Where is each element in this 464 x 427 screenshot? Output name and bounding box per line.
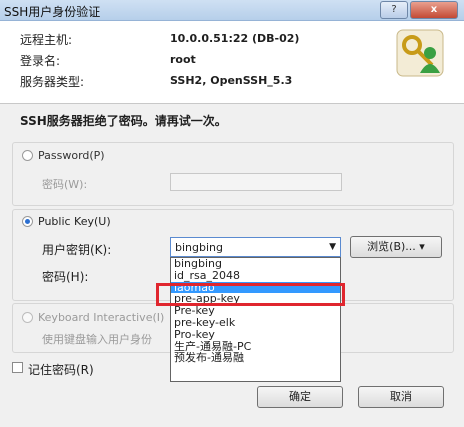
annotation-highlight-box xyxy=(156,283,345,306)
remember-checkbox[interactable] xyxy=(12,362,23,373)
remember-label: 记住密码(R) xyxy=(28,363,94,377)
dropdown-arrow-icon: ▾ xyxy=(419,240,425,253)
publickey-radio[interactable] xyxy=(22,216,33,227)
password-radio[interactable] xyxy=(22,150,33,161)
list-item[interactable]: id_rsa_2048 xyxy=(171,270,340,282)
user-key-dropdown-list: bingbing id_rsa_2048 laomao pre-app-key … xyxy=(170,257,341,382)
browse-button-label: 浏览(B)... xyxy=(367,240,416,253)
chevron-down-icon: ▼ xyxy=(329,242,336,252)
list-item[interactable]: Pro-key xyxy=(171,329,340,341)
keyboard-desc: 使用键盘输入用户身份 xyxy=(42,333,152,346)
session-info-panel: 远程主机: 10.0.0.51:22 (DB-02) 登录名: root 服务器… xyxy=(0,21,464,104)
keyboard-radio-label: Keyboard Interactive(I) xyxy=(38,311,165,324)
help-button[interactable]: ? xyxy=(380,1,408,19)
cancel-button[interactable]: 取消 xyxy=(358,386,444,408)
list-item[interactable]: 生产-通易融-PC xyxy=(171,341,340,353)
login-value: root xyxy=(170,53,196,66)
passphrase-label: 密码(H): xyxy=(42,270,89,284)
server-type-value: SSH2, OpenSSH_5.3 xyxy=(170,74,293,87)
user-key-label: 用户密钥(K): xyxy=(42,243,112,257)
close-button[interactable]: x xyxy=(410,1,458,19)
publickey-radio-label: Public Key(U) xyxy=(38,215,111,228)
host-label: 远程主机: xyxy=(20,33,73,47)
keyboard-radio[interactable] xyxy=(22,312,33,323)
error-message: SSH服务器拒绝了密码。请再试一次。 xyxy=(20,114,227,128)
user-key-selected: bingbing xyxy=(175,241,223,254)
keys-user-icon xyxy=(396,29,444,77)
window-title: SSH用户身份验证 xyxy=(4,5,101,19)
list-item[interactable]: pre-key-elk xyxy=(171,317,340,329)
ok-button[interactable]: 确定 xyxy=(257,386,343,408)
list-item[interactable]: bingbing xyxy=(171,258,340,270)
host-value: 10.0.0.51:22 (DB-02) xyxy=(170,32,300,45)
browse-button[interactable]: 浏览(B)... ▾ xyxy=(350,236,442,258)
list-item[interactable]: Pre-key xyxy=(171,305,340,317)
password-input[interactable] xyxy=(170,173,342,191)
user-key-select[interactable]: bingbing ▼ xyxy=(170,237,341,257)
password-field-label: 密码(W): xyxy=(42,178,88,191)
password-radio-label: Password(P) xyxy=(38,149,105,162)
list-item[interactable]: 预发布-通易融 xyxy=(171,352,340,364)
login-label: 登录名: xyxy=(20,54,61,68)
server-type-label: 服务器类型: xyxy=(20,75,85,89)
title-bar: SSH用户身份验证 ? x xyxy=(0,0,464,21)
